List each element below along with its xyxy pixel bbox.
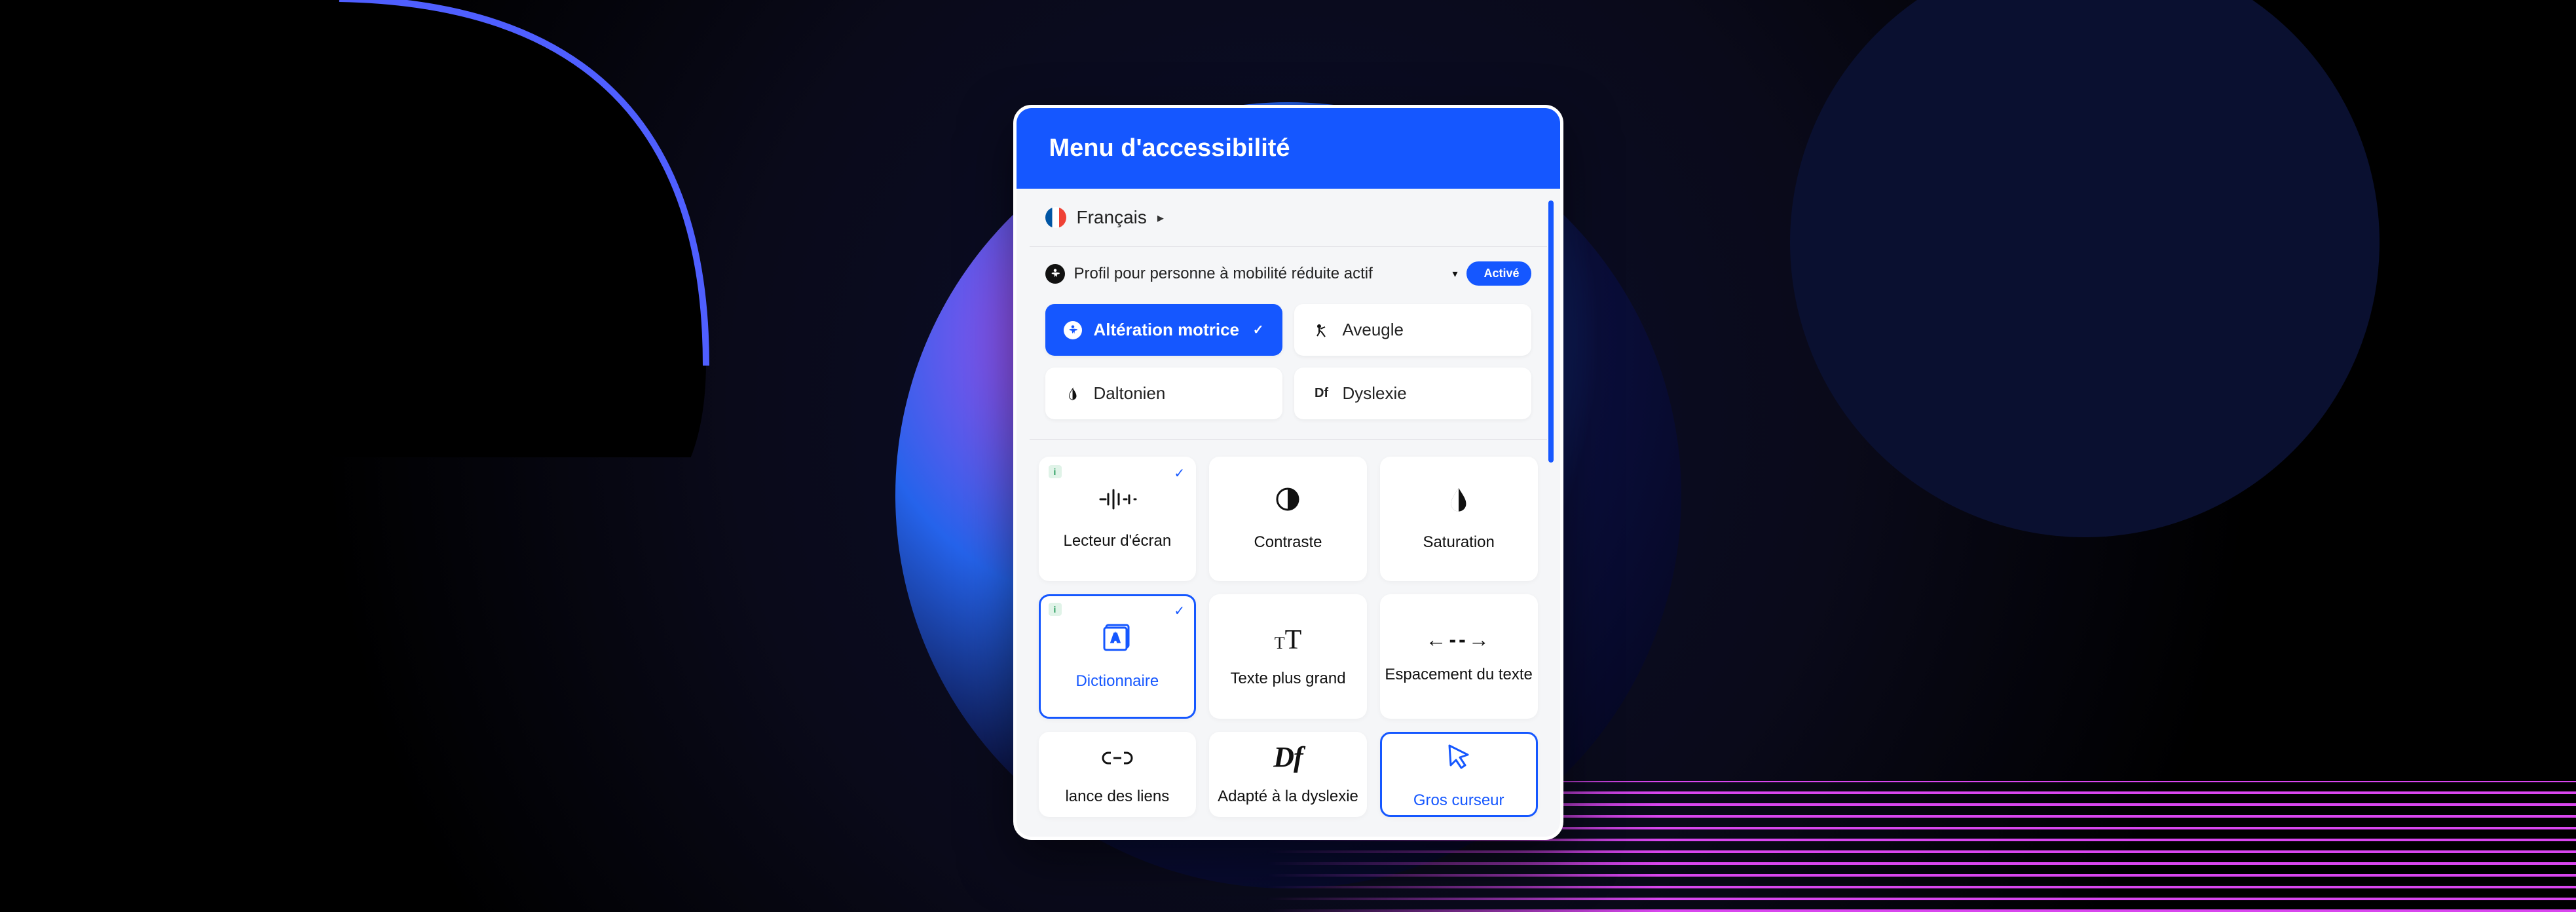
- profile-blind-label: Aveugle: [1343, 320, 1404, 340]
- check-icon: ✓: [1174, 465, 1185, 482]
- soundwave-icon: [1098, 487, 1137, 516]
- profile-motor[interactable]: Altération motrice ✓: [1045, 304, 1282, 356]
- tool-label: Gros curseur: [1413, 791, 1504, 810]
- info-icon: i: [1049, 603, 1062, 616]
- active-toggle[interactable]: Activé: [1466, 261, 1531, 286]
- profile-dyslexia-label: Dyslexie: [1343, 383, 1407, 404]
- tool-contrast[interactable]: Contraste: [1209, 457, 1367, 581]
- tool-saturation[interactable]: Saturation: [1380, 457, 1538, 581]
- tool-dyslexia-font[interactable]: Df Adapté à la dyslexie: [1209, 732, 1367, 817]
- caret-right-icon: ▸: [1157, 210, 1164, 226]
- active-profile-row[interactable]: Profil pour personne à mobilité réduite …: [1030, 247, 1547, 296]
- tool-screen-reader[interactable]: i ✓ Lecteur d'écran: [1039, 457, 1197, 581]
- profile-grid: Altération motrice ✓ Aveugle Daltonien D…: [1030, 296, 1547, 440]
- dictionary-icon: A: [1102, 622, 1132, 656]
- tool-label: Contraste: [1254, 533, 1322, 552]
- cursor-icon: [1443, 739, 1474, 776]
- profile-dyslexia[interactable]: Df Dyslexie: [1294, 368, 1531, 419]
- tool-label: Lecteur d'écran: [1063, 532, 1171, 550]
- tool-text-spacing[interactable]: ←--→ Espacement du texte: [1380, 594, 1538, 719]
- accessibility-widget: Menu d'accessibilité Français ▸ Profil p…: [1013, 105, 1563, 840]
- df-icon: Df: [1313, 385, 1331, 403]
- caret-down-icon: ▾: [1452, 267, 1457, 280]
- accessibility-icon: [1045, 264, 1065, 284]
- tool-label: Espacement du texte: [1385, 666, 1532, 684]
- droplet-icon: [1447, 486, 1470, 518]
- language-selector[interactable]: Français ▸: [1030, 189, 1547, 247]
- profile-colorblind[interactable]: Daltonien: [1045, 368, 1282, 419]
- tool-label: Adapté à la dyslexie: [1218, 788, 1358, 806]
- tool-label: lance des liens: [1065, 788, 1169, 806]
- spacing-icon: ←--→: [1426, 629, 1492, 650]
- info-icon: i: [1049, 465, 1062, 478]
- flag-france-icon: [1045, 207, 1066, 228]
- wheelchair-icon: [1064, 321, 1082, 339]
- droplet-icon: [1064, 385, 1082, 403]
- tool-bigger-text[interactable]: TT Texte plus grand: [1209, 594, 1367, 719]
- tool-label: Saturation: [1423, 533, 1494, 552]
- language-label: Français: [1077, 207, 1147, 228]
- active-profile-label: Profil pour personne à mobilité réduite …: [1074, 265, 1444, 283]
- widget-body: Français ▸ Profil pour personne à mobili…: [1017, 189, 1560, 837]
- tool-link-highlight[interactable]: lance des liens: [1039, 732, 1197, 817]
- check-icon: ✓: [1174, 603, 1185, 619]
- toggle-label: Activé: [1484, 267, 1519, 280]
- df-icon: Df: [1273, 743, 1302, 772]
- link-icon: [1102, 743, 1133, 772]
- check-icon: ✓: [1253, 322, 1264, 338]
- widget-title: Menu d'accessibilité: [1049, 134, 1290, 162]
- text-size-icon: TT: [1275, 625, 1302, 654]
- tool-label: Texte plus grand: [1230, 670, 1345, 688]
- tool-label: Dictionnaire: [1075, 672, 1159, 691]
- top-curve-decoration: [0, 0, 916, 457]
- profile-blind[interactable]: Aveugle: [1294, 304, 1531, 356]
- profile-colorblind-label: Daltonien: [1094, 383, 1166, 404]
- contrast-icon: [1275, 486, 1301, 518]
- scrollbar[interactable]: [1548, 200, 1554, 463]
- tool-grid: i ✓ Lecteur d'écran Contraste Saturation: [1030, 440, 1547, 824]
- svg-text:A: A: [1111, 632, 1119, 645]
- tool-big-cursor[interactable]: Gros curseur: [1380, 732, 1538, 817]
- tool-dictionary[interactable]: i ✓ A Dictionnaire: [1039, 594, 1197, 719]
- profile-motor-label: Altération motrice: [1094, 320, 1240, 340]
- blind-icon: [1313, 321, 1331, 339]
- widget-header: Menu d'accessibilité: [1017, 108, 1560, 189]
